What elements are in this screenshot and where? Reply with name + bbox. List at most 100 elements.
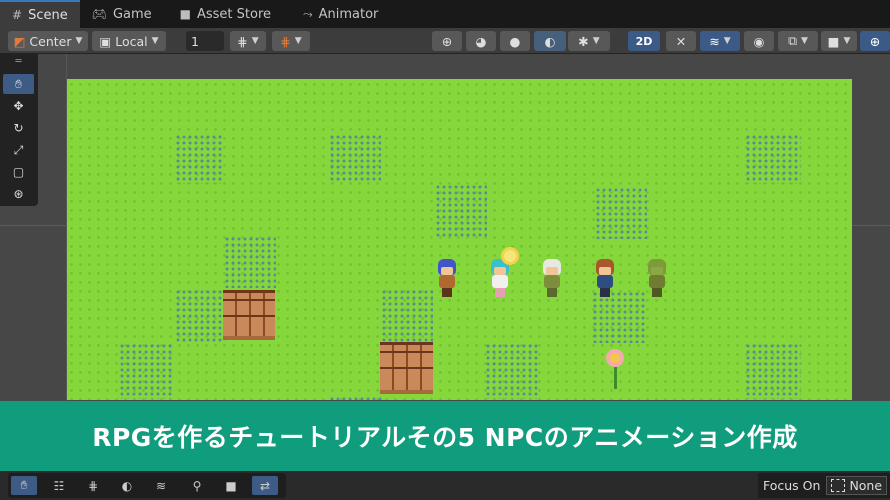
move-tool-button[interactable]: ✥ — [3, 96, 34, 116]
tab-asset-store[interactable]: ■ Asset Store — [168, 0, 283, 28]
npc-face — [494, 267, 506, 275]
chevron-down-icon: ▼ — [592, 36, 600, 46]
tab-game-label: Game — [112, 6, 152, 22]
grid-brush-icon: ⋕ — [87, 478, 99, 493]
focus-on-value: None — [849, 478, 883, 493]
animator-icon: ⤳ — [303, 6, 313, 21]
shaded-wireframe-icon: ◕ — [475, 33, 487, 49]
scene-view[interactable]: ═ ✋︎ ✥ ↻ ⤢ ▢ ⊛ — [0, 54, 890, 404]
tall-grass-tile — [595, 187, 647, 239]
shaded-wireframe-button[interactable]: ◕ — [466, 31, 496, 51]
space-dropdown[interactable]: ▣ Local ▼ — [92, 31, 166, 51]
shuffle-button[interactable]: ⇄ — [252, 476, 278, 495]
chevron-down-icon: ▼ — [294, 36, 302, 46]
chevron-down-icon: ▼ — [843, 36, 851, 46]
mode-2d-label: 2D — [635, 34, 653, 48]
local-space-icon: ▣ — [99, 33, 112, 49]
grid-size-field[interactable]: 1 — [186, 31, 224, 51]
layers-icon: ≋ — [155, 478, 167, 493]
search-icon: ⚲ — [192, 478, 202, 493]
tall-grass-tile — [381, 289, 433, 345]
hand-icon: ✋︎ — [20, 478, 28, 492]
transform-tool-button[interactable]: ⊛ — [3, 184, 34, 204]
wireframe-icon: ⊕ — [441, 33, 453, 49]
bug-icon: ✱ — [578, 33, 589, 49]
increment-snap-dropdown[interactable]: ⋕ ▼ — [272, 31, 310, 51]
npc-brown-hair-villager[interactable] — [591, 255, 619, 299]
grid-snap-icon: ⋕ — [237, 33, 248, 49]
bag-icon: ■ — [179, 7, 191, 21]
tall-grass-tile — [175, 289, 225, 343]
npc-legs — [547, 288, 557, 297]
tab-animator-label: Animator — [318, 6, 379, 22]
grid-brush-button[interactable]: ⋕ — [80, 476, 106, 495]
window-tab-bar: # Scene 🎮︎ Game ■ Asset Store ⤳ Animator — [0, 0, 890, 28]
debug-draw-dropdown[interactable]: ✱ ▼ — [568, 31, 610, 51]
tile-palette-button[interactable]: ☷ — [46, 476, 72, 495]
grid-size-value: 1 — [191, 33, 199, 49]
shaded-mode-button[interactable]: ● — [500, 31, 530, 51]
visibility-toggle[interactable]: ◉ — [744, 31, 774, 51]
tile-palette-toolbar: ✋︎ ☷ ⋕ ◐ ≋ ⚲ ■ ⇄ — [8, 473, 286, 498]
npc-legs — [600, 288, 610, 297]
chevron-down-icon: ▼ — [801, 36, 808, 46]
npc-body — [544, 275, 560, 288]
tall-grass-tile — [329, 396, 383, 400]
layers-button[interactable]: ≋ — [148, 476, 174, 495]
npc-legs — [442, 288, 452, 297]
hand-tool-button[interactable]: ✋︎ — [3, 74, 34, 94]
transform-icon: ⊛ — [13, 187, 24, 201]
tall-grass-tile — [224, 236, 276, 288]
camera-dropdown[interactable]: ■ ▼ — [821, 31, 857, 51]
npc-goblin[interactable] — [643, 255, 671, 299]
layers-icon: ≋ — [709, 33, 720, 49]
space-label: Local — [115, 33, 148, 49]
rect-icon: ▢ — [12, 165, 25, 179]
unlit-sphere-icon: ◐ — [544, 33, 556, 49]
effects-dropdown[interactable]: ⧉ ▼ — [778, 31, 818, 51]
search-button[interactable]: ⚲ — [184, 476, 210, 495]
scale-icon: ⤢ — [13, 142, 24, 157]
sunflower-stem — [614, 367, 617, 389]
rotate-tool-button[interactable]: ↻ — [3, 118, 34, 138]
mode-2d-toggle[interactable]: 2D — [628, 31, 660, 51]
tab-game[interactable]: 🎮︎ Game — [80, 0, 164, 28]
grid-snap-dropdown[interactable]: ⋕ ▼ — [230, 31, 266, 51]
rotate-icon: ↻ — [13, 121, 24, 135]
gizmos-dropdown[interactable]: ⊕ — [860, 31, 890, 51]
focus-on-control: Focus On None — [758, 473, 890, 498]
tall-grass-tile — [485, 343, 539, 399]
grid-icon: # — [12, 8, 23, 22]
sphere-icon: ◐ — [121, 478, 133, 493]
wooden-crate — [380, 342, 433, 394]
tab-scene[interactable]: # Scene — [0, 0, 80, 28]
lighting-toggle[interactable]: ✕ — [666, 31, 696, 51]
bottom-overlay-bar: ✋︎ ☷ ⋕ ◐ ≋ ⚲ ■ ⇄ Focus On None — [0, 471, 890, 500]
npc-legs — [495, 288, 505, 297]
rect-tool-button[interactable]: ▢ — [3, 162, 34, 182]
chevron-down-icon: ▼ — [723, 36, 731, 46]
npc-blue-hair-boy[interactable] — [433, 255, 461, 299]
unlit-mode-button[interactable]: ◐ — [534, 31, 566, 51]
hand-tool-button[interactable]: ✋︎ — [11, 476, 37, 495]
tilemap-grass[interactable] — [67, 79, 852, 400]
chevron-down-icon: ▼ — [75, 36, 83, 46]
scale-tool-button[interactable]: ⤢ — [3, 140, 34, 160]
npc-old-man[interactable] — [538, 255, 566, 299]
wireframe-mode-button[interactable]: ⊕ — [432, 31, 462, 51]
drag-handle-icon[interactable]: ═ — [3, 56, 34, 67]
tall-grass-tile — [745, 343, 801, 399]
npc-body — [492, 275, 508, 288]
focus-on-dropdown[interactable]: None — [826, 476, 888, 495]
pivot-dropdown[interactable]: ◩ Center ▼ — [8, 31, 88, 51]
camera-button[interactable]: ■ — [218, 476, 244, 495]
tall-grass-tile — [435, 184, 487, 238]
shading-button[interactable]: ◐ — [114, 476, 140, 495]
gamepad-icon: 🎮︎ — [91, 7, 107, 21]
layers-dropdown[interactable]: ≋ ▼ — [700, 31, 740, 51]
sunflower-sprite — [604, 349, 626, 389]
tab-animator[interactable]: ⤳ Animator — [291, 0, 390, 28]
npc-body — [597, 275, 613, 288]
eye-icon: ◉ — [753, 33, 765, 49]
camera-icon: ■ — [827, 33, 840, 49]
